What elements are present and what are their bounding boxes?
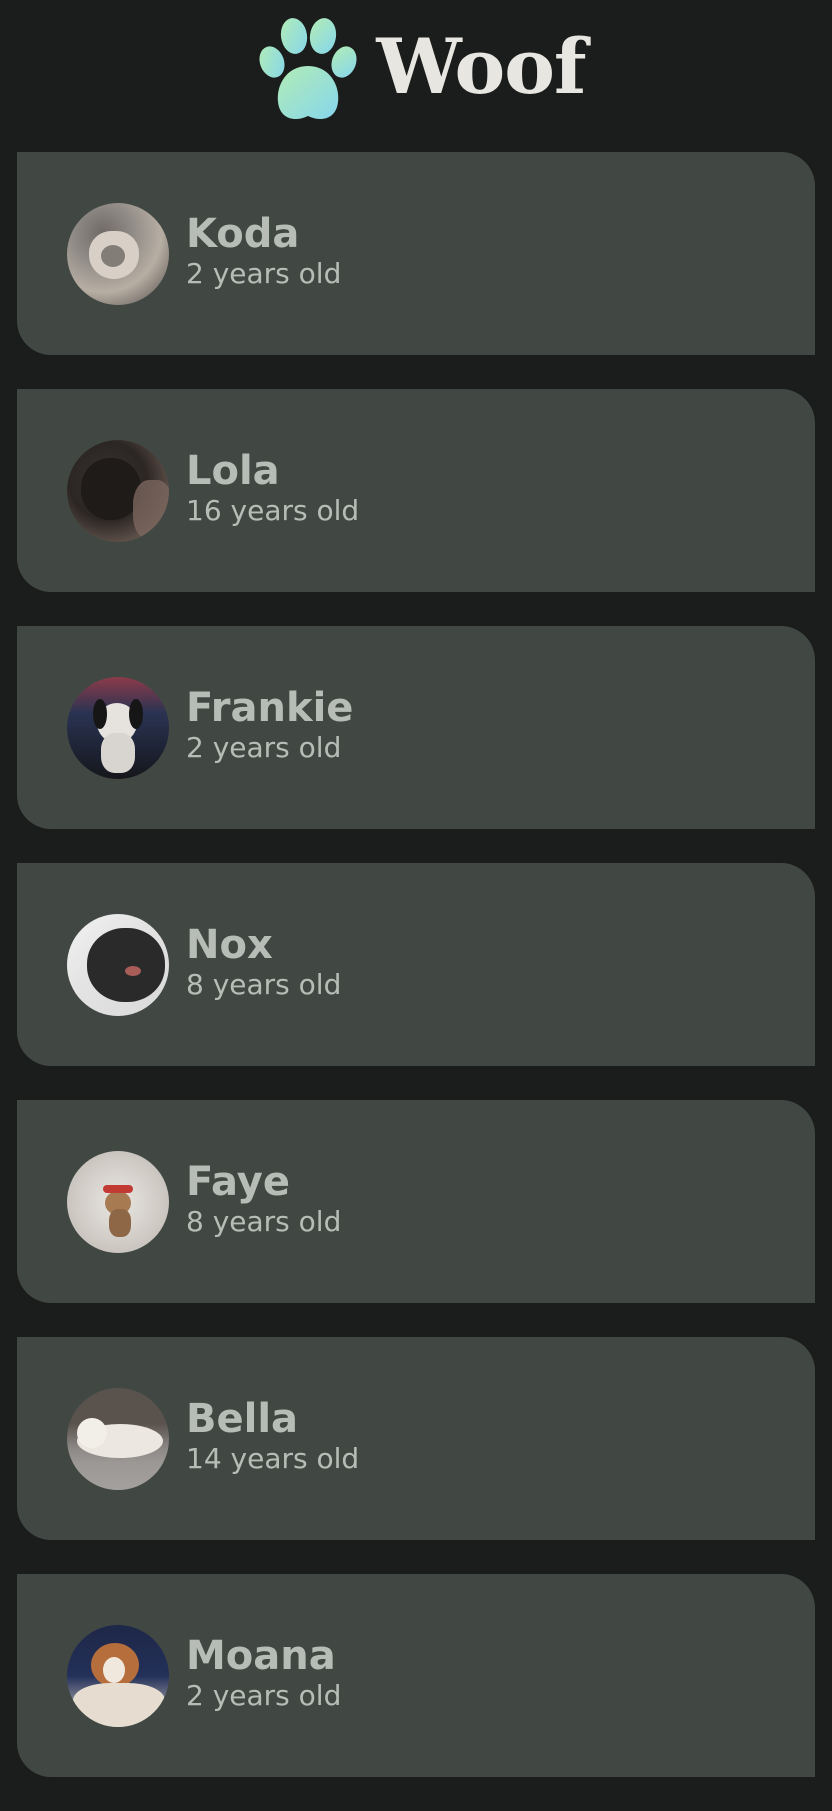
- avatar-photo: [103, 1184, 133, 1193]
- avatar: [67, 676, 169, 779]
- dog-info: Koda 2 years old: [186, 212, 342, 292]
- dog-age: 14 years old: [186, 1441, 360, 1475]
- dog-name: Moana: [186, 1632, 336, 1679]
- avatar-photo: [73, 1682, 165, 1727]
- logo: Woof: [256, 16, 587, 124]
- avatar-photo: [125, 965, 141, 976]
- app-header: Woof: [0, 0, 832, 140]
- avatar: [67, 202, 169, 305]
- app-title: Woof: [376, 22, 586, 111]
- avatar-photo: [101, 732, 135, 773]
- dog-card-faye[interactable]: Faye 8 years old: [17, 1100, 815, 1303]
- avatar-photo: [133, 479, 169, 540]
- avatar-photo: [93, 698, 107, 729]
- dog-info: Frankie 2 years old: [186, 686, 353, 766]
- avatar-photo: [67, 1461, 169, 1490]
- dog-info: Nox 8 years old: [186, 923, 342, 1003]
- avatar-photo: [129, 698, 143, 729]
- avatar-photo: [81, 457, 141, 520]
- dog-info: Lola 16 years old: [186, 449, 360, 529]
- dog-info: Faye 8 years old: [186, 1160, 342, 1240]
- dog-card-lola[interactable]: Lola 16 years old: [17, 389, 815, 592]
- dog-name: Koda: [186, 210, 300, 257]
- dog-age: 16 years old: [186, 493, 360, 527]
- dog-age: 2 years old: [186, 1678, 342, 1712]
- avatar-photo: [77, 1417, 107, 1448]
- dog-age: 8 years old: [186, 1204, 342, 1238]
- dog-name: Nox: [186, 921, 273, 968]
- dog-card-nox[interactable]: Nox 8 years old: [17, 863, 815, 1066]
- dog-info: Bella 14 years old: [186, 1397, 360, 1477]
- dog-info: Moana 2 years old: [186, 1634, 342, 1714]
- avatar: [67, 1150, 169, 1253]
- dog-card-koda[interactable]: Koda 2 years old: [17, 152, 815, 355]
- paw-icon: [259, 18, 357, 120]
- avatar: [67, 1624, 169, 1727]
- dog-card-bella[interactable]: Bella 14 years old: [17, 1337, 815, 1540]
- dog-name: Frankie: [186, 684, 354, 731]
- avatar: [67, 913, 169, 1016]
- avatar-photo: [87, 927, 165, 1002]
- dog-age: 2 years old: [186, 256, 342, 290]
- dog-name: Faye: [186, 1158, 290, 1205]
- dog-age: 2 years old: [186, 730, 342, 764]
- avatar-photo: [103, 1656, 125, 1683]
- dog-card-moana[interactable]: Moana 2 years old: [17, 1574, 815, 1777]
- avatar-photo: [101, 244, 125, 267]
- avatar: [67, 1387, 169, 1490]
- dog-age: 8 years old: [186, 967, 342, 1001]
- dog-name: Bella: [186, 1395, 299, 1442]
- dog-card-frankie[interactable]: Frankie 2 years old: [17, 626, 815, 829]
- avatar: [67, 439, 169, 542]
- dog-list: Koda 2 years old Lola 16 years old Frank…: [17, 152, 815, 1811]
- avatar-photo: [109, 1208, 131, 1237]
- dog-name: Lola: [186, 447, 280, 494]
